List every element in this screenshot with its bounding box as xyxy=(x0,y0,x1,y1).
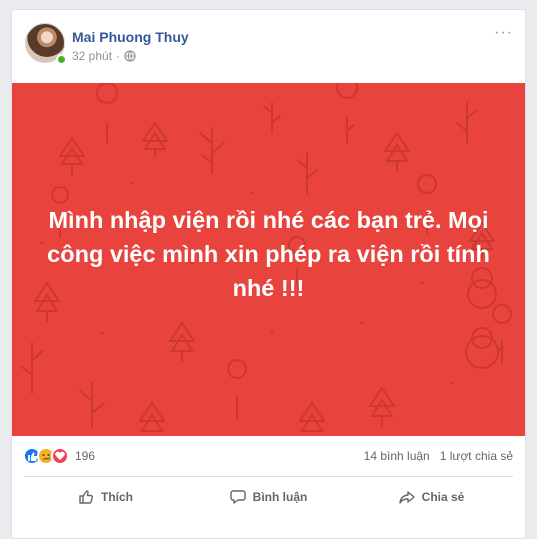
post-header: Mai Phuong Thuy 32 phút · xyxy=(12,10,525,80)
love-icon xyxy=(51,447,69,465)
globe-icon[interactable] xyxy=(124,50,136,62)
post-time[interactable]: 32 phút xyxy=(72,49,112,63)
post-stats: 196 14 bình luận 1 lượt chia sẻ xyxy=(12,436,525,476)
post-card: Mai Phuong Thuy 32 phút · Mình nhập viện… xyxy=(11,9,526,539)
post-text: Mình nhập viện rồi nhé các bạn trẻ. Mọi … xyxy=(47,207,490,301)
comment-button[interactable]: Bình luận xyxy=(187,478,350,516)
thumbs-up-icon xyxy=(79,490,93,504)
share-count[interactable]: 1 lượt chia sẻ xyxy=(440,449,513,463)
share-label: Chia sẻ xyxy=(421,490,465,504)
engagement-counts: 14 bình luận 1 lượt chia sẻ xyxy=(364,449,513,463)
reaction-count[interactable]: 196 xyxy=(75,449,95,463)
divider xyxy=(24,476,513,477)
like-label: Thích xyxy=(101,490,133,504)
author-name[interactable]: Mai Phuong Thuy xyxy=(72,29,189,45)
post-text-background: Mình nhập viện rồi nhé các bạn trẻ. Mọi … xyxy=(12,83,525,436)
share-button[interactable]: Chia sẻ xyxy=(350,478,513,516)
action-bar: Thích Bình luận Chia sẻ xyxy=(24,478,513,516)
like-button[interactable]: Thích xyxy=(24,478,187,516)
comment-icon xyxy=(229,490,246,504)
comment-label: Bình luận xyxy=(252,490,308,504)
post-meta: 32 phút · xyxy=(72,49,136,63)
online-status-dot xyxy=(56,54,67,65)
comment-count[interactable]: 14 bình luận xyxy=(364,449,430,463)
reaction-summary[interactable]: 196 xyxy=(23,447,95,465)
more-options-icon[interactable]: ··· xyxy=(494,25,513,41)
share-icon xyxy=(398,491,415,504)
